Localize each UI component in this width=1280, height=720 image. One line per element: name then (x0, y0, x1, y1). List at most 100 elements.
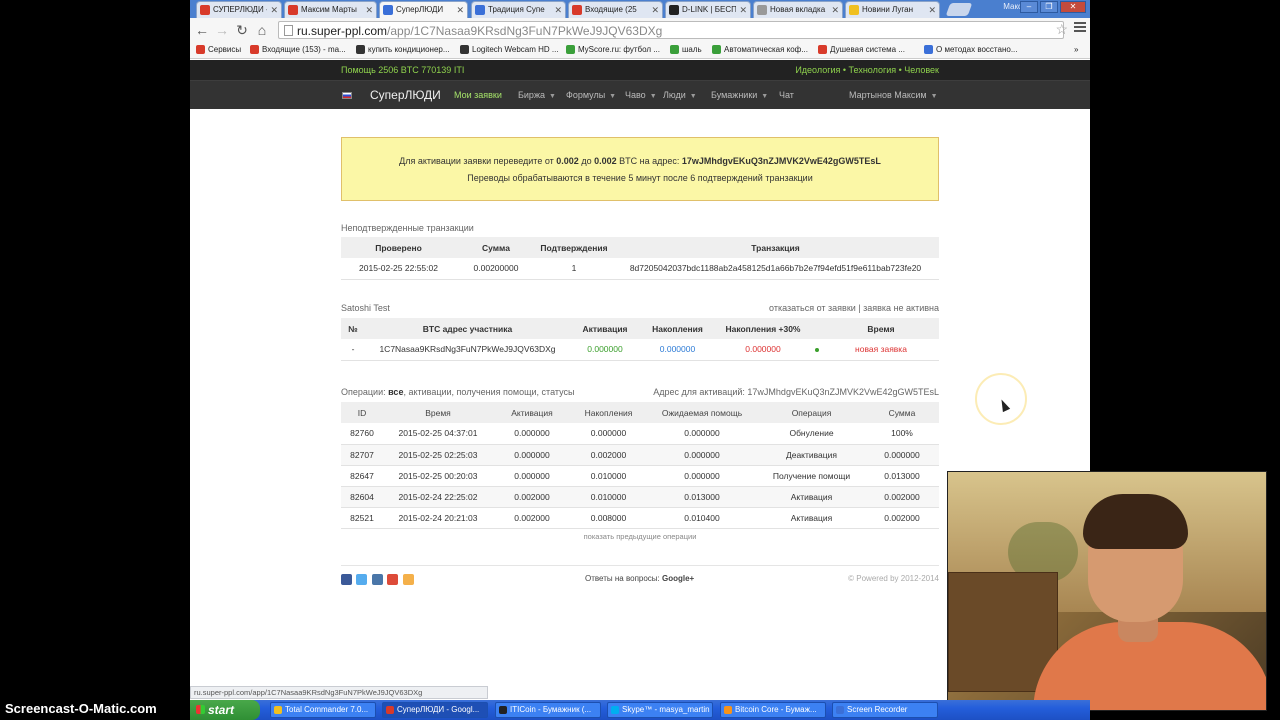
screencast-watermark: Screencast-O-Matic.com (5, 701, 157, 716)
cell-savings30: 0.000000 (715, 339, 811, 361)
bookmark-item[interactable]: О методах восстано... (924, 45, 1017, 54)
cell-id: 82647 (341, 465, 383, 487)
show-previous-link[interactable]: показать предыдущие операции (341, 532, 939, 541)
column-header: Время (383, 402, 493, 423)
close-tab-icon[interactable]: ✕ (928, 2, 936, 18)
nav-exchange[interactable]: Биржа ▼ (518, 81, 556, 111)
nav-chat[interactable]: Чат (779, 81, 794, 110)
bookmark-item[interactable]: Душевая система ... (818, 45, 905, 54)
close-tab-icon[interactable]: ✕ (651, 2, 659, 18)
alert-address: 17wJMhdgvEKuQ3nZJMVK2VwE42gGW5TEsL (681, 156, 881, 166)
tab[interactable]: D-LINK | БЕСПР✕ (665, 1, 751, 18)
close-tab-icon[interactable]: ✕ (270, 2, 278, 18)
nav-label: Мои заявки (454, 90, 502, 100)
taskbar-label: Bitcoin Core - Бумаж... (735, 705, 817, 714)
taskbar-app-icon (274, 706, 282, 714)
start-button[interactable]: start (190, 700, 260, 720)
tab-active[interactable]: СуперЛЮДИ ✕ (379, 1, 468, 19)
nav-people[interactable]: Люди ▼ (663, 81, 697, 111)
start-label: start (208, 703, 235, 717)
menu-icon[interactable] (1074, 22, 1086, 36)
cell-savings: 0.008000 (571, 507, 646, 529)
taskbar-item[interactable]: Bitcoin Core - Бумаж... (720, 702, 826, 718)
nav-my-requests[interactable]: Мои заявки (454, 81, 502, 110)
column-header: Ожидаемая помощь (646, 402, 758, 423)
footer-help-text: Ответы на вопросы: (585, 574, 662, 583)
nav-faq[interactable]: Чаво ▼ (625, 81, 657, 111)
cell-time: 2015-02-24 20:21:03 (383, 507, 493, 529)
bookmark-item[interactable]: шаль (670, 45, 702, 54)
taskbar-item[interactable]: ITICoin - Бумажник (... (495, 702, 601, 718)
tab-favicon-icon (849, 5, 859, 15)
site-brand[interactable]: СуперЛЮДИ (370, 81, 441, 110)
bookmark-item[interactable]: MyScore.ru: футбол ... (566, 45, 660, 54)
user-menu[interactable]: Мартынов Максим ▼ (849, 81, 938, 111)
close-window-icon[interactable]: ✕ (1060, 1, 1086, 13)
close-tab-icon[interactable]: ✕ (365, 2, 373, 18)
tab[interactable]: Традиция Супе ✕ (471, 1, 566, 18)
filter-links[interactable]: , активации, получения помощи, статусы (403, 387, 574, 397)
filter-all[interactable]: все (388, 387, 403, 397)
facebook-icon[interactable] (341, 574, 352, 585)
cell-operation: Обнуление (758, 423, 865, 445)
bookmark-item[interactable]: Logitech Webcam HD ... (460, 45, 559, 54)
odnoklassniki-icon[interactable] (403, 574, 414, 585)
tab[interactable]: СУПЕРЛЮДИ - ✕ (196, 1, 282, 18)
google-plus-icon[interactable] (387, 574, 398, 585)
taskbar-item[interactable]: Total Commander 7.0... (270, 702, 376, 718)
close-tab-icon[interactable]: ✕ (456, 2, 464, 18)
taskbar-app-icon (611, 706, 619, 714)
bookmark-item[interactable]: купить кондиционер... (356, 45, 450, 54)
taskbar-label: Total Commander 7.0... (285, 705, 369, 714)
bookmark-star-icon[interactable]: ☆ (1055, 21, 1068, 38)
tab[interactable]: Входящие (25 ✕ (568, 1, 663, 18)
tab[interactable]: Максим Марты ✕ (284, 1, 377, 18)
gmail-icon (250, 45, 259, 54)
home-icon[interactable]: ⌂ (254, 22, 270, 38)
topbar-stats[interactable]: Помощь 2506 BTC 770139 ITI (341, 60, 464, 80)
url-path: /app/1C7Nasaa9KRsdNg3FuN7PkWeJ9JQV63DXg (387, 24, 663, 38)
google-plus-link[interactable]: Google+ (662, 574, 694, 583)
url-host: ru.super-ppl.com (297, 24, 388, 38)
bookmarks-overflow-icon[interactable]: » (1074, 45, 1078, 54)
alert-line-2: Переводы обрабатываются в течение 5 мину… (467, 173, 813, 183)
cell-activation: 0.000000 (570, 339, 640, 361)
vk-icon[interactable] (372, 574, 383, 585)
back-icon[interactable]: ← (194, 22, 210, 38)
column-header: Накопления (640, 318, 715, 339)
tab-favicon-icon (475, 5, 485, 15)
taskbar-item[interactable]: Screen Recorder (832, 702, 938, 718)
bookmark-item[interactable]: Сервисы (196, 45, 241, 54)
nav-label: Биржа (518, 90, 545, 100)
tab[interactable]: Новая вкладка ✕ (753, 1, 843, 18)
unconfirmed-title: Неподтвержденные транзакции (341, 223, 474, 233)
cell-transaction[interactable]: 8d720504203​7bdc1188ab2a458125d1a66b7b2e… (612, 258, 939, 280)
cell-activation: 0.000000 (493, 423, 571, 445)
nav-wallets[interactable]: Бумажники ▼ (711, 81, 768, 111)
close-tab-icon[interactable]: ✕ (831, 2, 839, 18)
tab-favicon-icon (757, 5, 767, 15)
russian-flag-icon[interactable] (342, 92, 352, 99)
topbar-tagline[interactable]: Идеология • Технология • Человек (795, 60, 939, 80)
bookmark-item[interactable]: Автоматическая коф... (712, 45, 808, 54)
bookmark-item[interactable]: Входящие (153) - ma... (250, 45, 346, 54)
maximize-icon[interactable]: ❐ (1040, 1, 1058, 13)
address-bar[interactable]: ru.super-ppl.com/app/1C7Nasaa9KRsdNg3FuN… (278, 21, 1064, 39)
cell-expected-help: 0.000000 (646, 444, 758, 466)
minimize-icon[interactable]: – (1020, 1, 1038, 13)
cell-time: 2015-02-25 00:20:03 (383, 465, 493, 487)
forward-icon[interactable]: → (214, 22, 230, 38)
close-tab-icon[interactable]: ✕ (739, 2, 747, 18)
nav-formulas[interactable]: Формулы ▼ (566, 81, 616, 111)
twitter-icon[interactable] (356, 574, 367, 585)
tab[interactable]: Новини Луган ✕ (845, 1, 940, 18)
reload-icon[interactable]: ↻ (234, 22, 250, 38)
taskbar-item[interactable]: Skype™ - masya_martin (607, 702, 713, 718)
status-dot-icon (815, 348, 819, 352)
new-tab-button[interactable] (945, 3, 973, 16)
close-tab-icon[interactable]: ✕ (554, 2, 562, 18)
cell-activation: 0.000000 (493, 465, 571, 487)
taskbar-label: ITICoin - Бумажник (... (510, 705, 592, 714)
taskbar-item-active[interactable]: СуперЛЮДИ - Googl... (382, 702, 488, 718)
satoshi-actions[interactable]: отказаться от заявки | заявка не активна (769, 303, 939, 313)
